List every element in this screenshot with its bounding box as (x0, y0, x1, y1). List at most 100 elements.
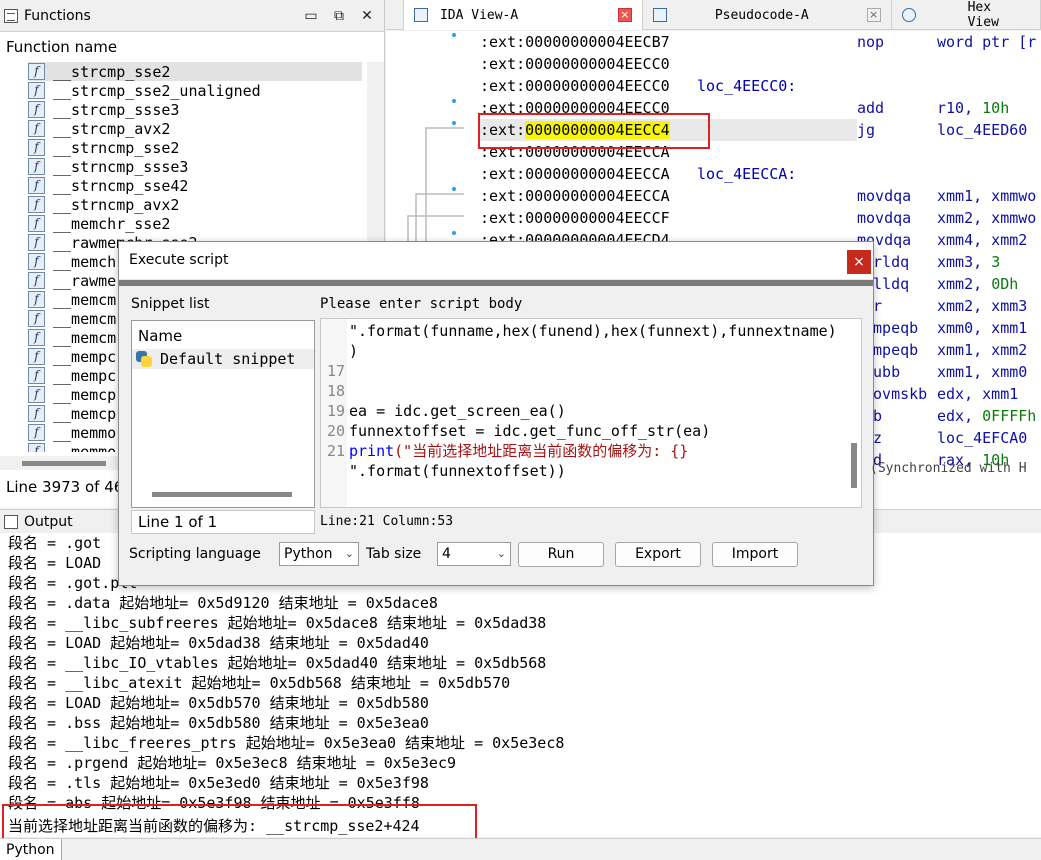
operand-text: xmm2, (937, 275, 992, 293)
operand-text: xmm1, xmm0 (937, 363, 1028, 381)
export-button[interactable]: Export (615, 542, 701, 567)
function-list-item[interactable]: f __strcmp_ssse3 (28, 100, 362, 119)
import-button[interactable]: Import (712, 542, 798, 567)
tab-label: IDA View-A (439, 7, 519, 23)
hscroll-thumb[interactable] (22, 461, 106, 466)
disasm-line[interactable]: :ext:00000000004EECCA loc_4EECCA: (480, 163, 857, 185)
output-line: 段名 = __libc_freeres_ptrs 起始地址= 0x5e3ea0 … (8, 734, 565, 752)
operand-text: xmm0, xmm1 (937, 319, 1028, 337)
function-name-column-header[interactable]: Function name (6, 38, 117, 56)
function-list-item[interactable]: f __strcmp_sse2_unaligned (28, 81, 362, 100)
dialog-close-button[interactable]: × (847, 250, 871, 274)
disasm-line[interactable]: :ext:00000000004EECB7 nop word ptr [r (480, 31, 1036, 53)
function-name: __memcp (53, 404, 117, 423)
function-icon: f (28, 405, 45, 422)
operand-text: r10, (937, 99, 983, 117)
operand-number: 0FFFFh (982, 407, 1037, 425)
snippet-list[interactable]: Name Default snippet (131, 320, 315, 508)
operand-text: edx, (937, 407, 983, 425)
operand-number: 10h (982, 99, 1010, 117)
code-keyword: print (349, 442, 395, 460)
function-icon: f (28, 443, 45, 452)
editor-vscroll-thumb[interactable] (851, 443, 857, 488)
code-string: ("当前选择地址距离当前函数的偏移为: {} (394, 442, 689, 460)
pseudocode-icon (652, 8, 667, 22)
function-list-item[interactable]: f __strcmp_sse2 (28, 62, 362, 81)
line-number: 21 (326, 442, 345, 460)
disasm-line[interactable]: :ext:00000000004EECCF movdqa xmm2, xmmwo (480, 207, 1036, 229)
function-name: __rawme (53, 271, 117, 290)
disasm-line[interactable]: :ext:00000000004EECC0 loc_4EECC0: (480, 75, 857, 97)
tab-hex-view[interactable]: Hex View (892, 0, 1041, 30)
disasm-address: :ext:00000000004EECC0 (480, 77, 670, 95)
snippet-status: Line 1 of 1 (131, 510, 315, 534)
output-line: 段名 = __libc_IO_vtables 起始地址= 0x5dad40 结束… (8, 654, 547, 672)
function-name: __memcm (53, 328, 117, 347)
close-icon[interactable]: × (617, 8, 632, 22)
disasm-operands: xmm3, 3 (937, 251, 1000, 273)
snippet-hscroll-thumb[interactable] (152, 492, 292, 497)
function-icon: f (28, 63, 45, 80)
function-list-item[interactable]: f __strncmp_ssse3 (28, 157, 362, 176)
function-name: __strcmp_sse2 (53, 62, 171, 81)
disasm-operands: xmm0, xmm1 (937, 317, 1027, 339)
snippet-item-default[interactable]: Default snippet (132, 349, 314, 369)
minimize-icon[interactable]: ▭ (300, 8, 322, 24)
operand-text: xmm1, xmmwo (937, 187, 1037, 205)
output-line: 段名 = .prgend 起始地址= 0x5e3ec8 结束地址 = 0x5e3… (8, 754, 457, 772)
output-line: 段名 = .data 起始地址= 0x5d9120 结束地址 = 0x5dace… (8, 594, 438, 612)
function-icon: f (28, 120, 45, 137)
close-icon[interactable]: × (866, 8, 881, 22)
function-list-item[interactable]: f __strcmp_avx2 (28, 119, 362, 138)
run-button[interactable]: Run (518, 542, 604, 567)
function-icon: f (28, 234, 45, 251)
disasm-operands: xmm2, xmm3 (937, 295, 1027, 317)
dialog-splitter[interactable] (119, 280, 873, 286)
scripting-language-select[interactable]: Python ⌄ (279, 542, 359, 566)
disasm-mnemonic: jg (857, 121, 876, 139)
function-icon: f (28, 329, 45, 346)
tab-ida-view-a[interactable]: IDA View-A × (403, 0, 643, 30)
snippet-name-header[interactable]: Name (132, 321, 314, 347)
disasm-address: :ext:00000000004EECCA (480, 187, 670, 205)
function-list-item[interactable]: f __memchr_sse2 (28, 214, 362, 233)
code-text: ".format(funnextoffset)) (349, 462, 566, 480)
disasm-line[interactable]: :ext:00000000004EECCA movdqa xmm1, xmmwo (480, 185, 1036, 207)
function-name: __memchr_sse2 (53, 214, 171, 233)
function-list-item[interactable]: f __strncmp_sse2 (28, 138, 362, 157)
tab-size-select[interactable]: 4 ⌄ (437, 542, 511, 566)
restore-icon[interactable]: ⧉ (328, 8, 350, 24)
function-name: __memcm (53, 290, 117, 309)
script-editor[interactable]: ".format(funname,hex(funend),hex(funnext… (320, 318, 862, 508)
hex-view-icon (901, 8, 916, 22)
operand-text: edx, xmm1 (937, 385, 1019, 403)
function-list-item[interactable]: f __strncmp_avx2 (28, 195, 362, 214)
disasm-address: :ext:00000000004EECCA (480, 165, 670, 183)
function-icon: f (28, 348, 45, 365)
python-tab-button[interactable]: Python (0, 839, 62, 860)
execute-script-dialog: Execute script × Snippet list Name Defau… (118, 241, 874, 586)
function-name: __strncmp_avx2 (53, 195, 180, 214)
snippet-list-label: Snippet list (131, 296, 210, 312)
line-number: 20 (326, 422, 345, 440)
tabs-left-spacer (386, 0, 404, 30)
tab-pseudocode-a[interactable]: Pseudocode-A × (643, 0, 892, 30)
function-list-item[interactable]: f __strncmp_sse42 (28, 176, 362, 195)
function-icon: f (28, 177, 45, 194)
code-text: funnextoffset = idc.get_func_off_str(ea) (349, 422, 711, 440)
function-icon: f (28, 386, 45, 403)
function-name: __memmo (53, 442, 117, 453)
disasm-operands: xmm1, xmm2 (937, 339, 1027, 361)
disasm-mnemonic: movdqa (857, 187, 912, 205)
ida-view-icon (413, 8, 428, 22)
function-icon: f (28, 253, 45, 270)
functions-window-icon (4, 8, 18, 23)
disasm-label: loc_4EECCA: (697, 165, 797, 183)
output-line: 段名 = LOAD 起始地址= 0x5db570 结束地址 = 0x5db580 (8, 694, 429, 712)
function-icon: f (28, 424, 45, 441)
output-line: 段名 = .bss 起始地址= 0x5db580 结束地址 = 0x5e3ea0 (8, 714, 429, 732)
line-number: 17 (326, 362, 345, 380)
disasm-mnemonic: add (857, 99, 885, 117)
disasm-line[interactable]: :ext:00000000004EECC0 (480, 53, 857, 75)
close-icon[interactable]: ✕ (356, 8, 378, 24)
